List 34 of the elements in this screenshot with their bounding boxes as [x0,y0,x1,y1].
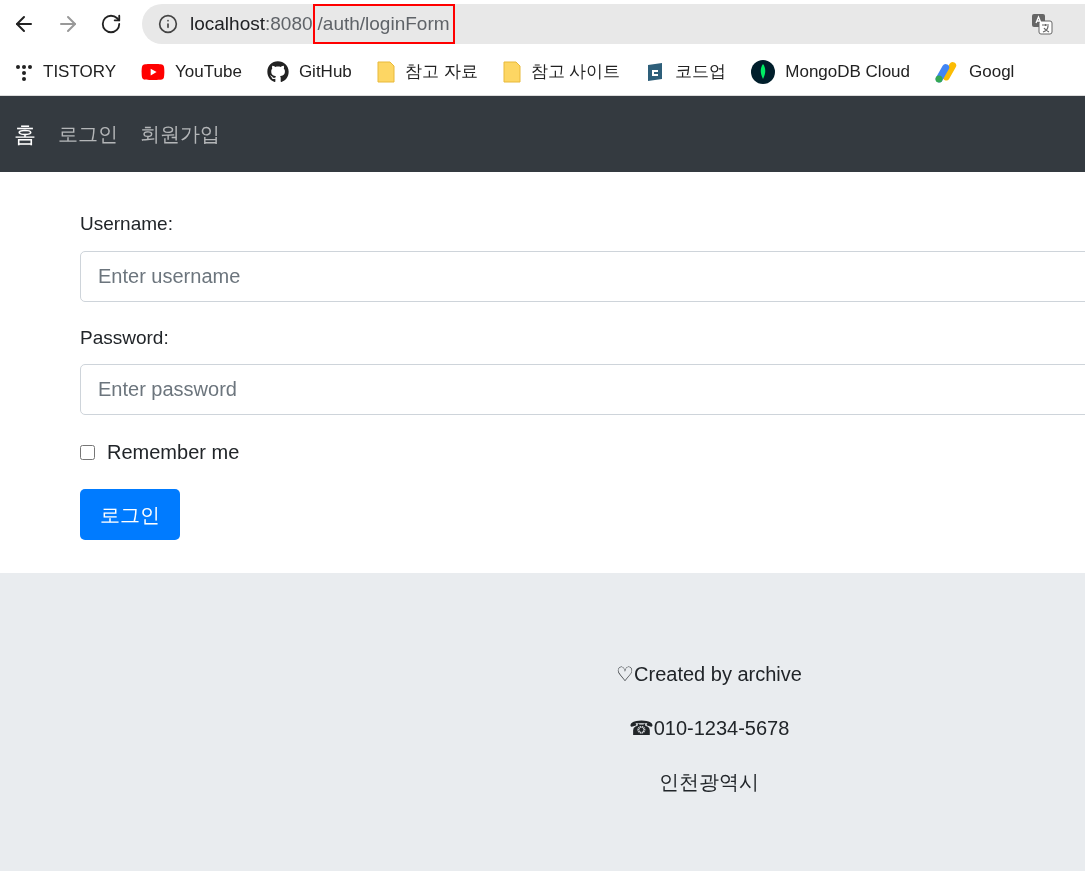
url-port: :8080 [265,11,313,36]
address-bar[interactable]: localhost:8080 /auth/loginForm [142,4,1085,44]
url-host: localhost [190,11,265,36]
checkbox-label: Remember me [107,440,240,465]
nav-link[interactable]: 로그인 [58,119,118,149]
bookmark[interactable]: YouTube [141,58,242,85]
login-button[interactable]: 로그인 [80,489,180,540]
ads-icon [935,60,959,83]
translate-icon[interactable] [1031,13,1053,35]
footer-text: ☎010-1234-5678 [628,716,790,740]
info-icon [158,14,178,34]
footer-text: ♡Created by archive [616,662,802,686]
document-icon [376,60,395,83]
bookmark[interactable]: MongoDB Cloud [751,58,910,85]
brand-link[interactable]: 홈 [14,117,36,151]
bookmark[interactable]: 코드업 [645,58,727,85]
document-icon [502,60,521,83]
bookmark[interactable]: GitHub [266,58,352,85]
bookmark[interactable]: Googl [935,58,1015,85]
leaf-icon [751,59,776,84]
bookmark[interactable]: 참고 자료 [376,58,478,85]
input-field[interactable]: Enter password [80,364,1085,415]
remember-checkbox[interactable] [80,444,95,460]
input-field[interactable]: Enter username [80,250,1085,302]
field-label: Password: [80,325,170,350]
url-path: /auth/loginForm [312,3,455,45]
footer-text: 인천광역시 [659,770,759,794]
bookmark[interactable]: 참고 사이트 [502,58,621,85]
dots-icon [15,62,33,81]
octocat-icon [266,60,289,83]
nav-link[interactable]: 회원가입 [140,119,220,149]
field-label: Username: [80,212,174,236]
bookmark[interactable]: TISTORY [15,58,117,85]
reload-icon[interactable] [100,13,122,35]
